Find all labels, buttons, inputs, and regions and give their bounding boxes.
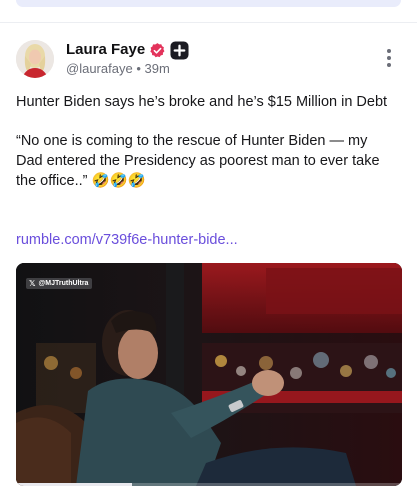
post-time[interactable]: 39m [144,61,169,76]
display-name-row: Laura Faye [66,40,189,60]
post-quote-text: “No one is coming to the rescue of Hunte… [16,133,380,189]
post-body: Hunter Biden says he’s broke and he’s $1… [16,92,396,210]
video-progress-bar[interactable] [16,483,402,486]
post-header: Laura Faye @laurafaye • 39m [16,40,401,80]
author-handle[interactable]: @laurafaye [66,61,133,76]
post-divider [0,22,417,23]
post-text-quote: “No one is coming to the rescue of Hunte… [16,131,396,191]
post-text-line: Hunter Biden says he’s broke and he’s $1… [16,94,388,110]
video-frame [16,263,402,486]
verified-check-icon [149,42,166,59]
previous-card-edge [16,0,401,7]
plus-badge-icon [170,40,189,60]
avatar[interactable] [16,40,54,78]
handle-row: @laurafaye • 39m [66,60,170,78]
x-logo-icon: 𝕏 [29,279,36,288]
author-name[interactable]: Laura Faye [66,40,145,60]
video-watermark: 𝕏 @MJTruthUltra [26,278,93,289]
more-vertical-icon[interactable] [381,48,397,68]
video-progress-fill [16,483,132,486]
post-link[interactable]: rumble.com/v739f6e-hunter-bide... [16,230,238,250]
laughing-emoji-icons: 🤣🤣🤣 [91,173,146,189]
video-thumbnail[interactable]: 𝕏 @MJTruthUltra [16,263,402,486]
watermark-text: @MJTruthUltra [38,280,89,287]
